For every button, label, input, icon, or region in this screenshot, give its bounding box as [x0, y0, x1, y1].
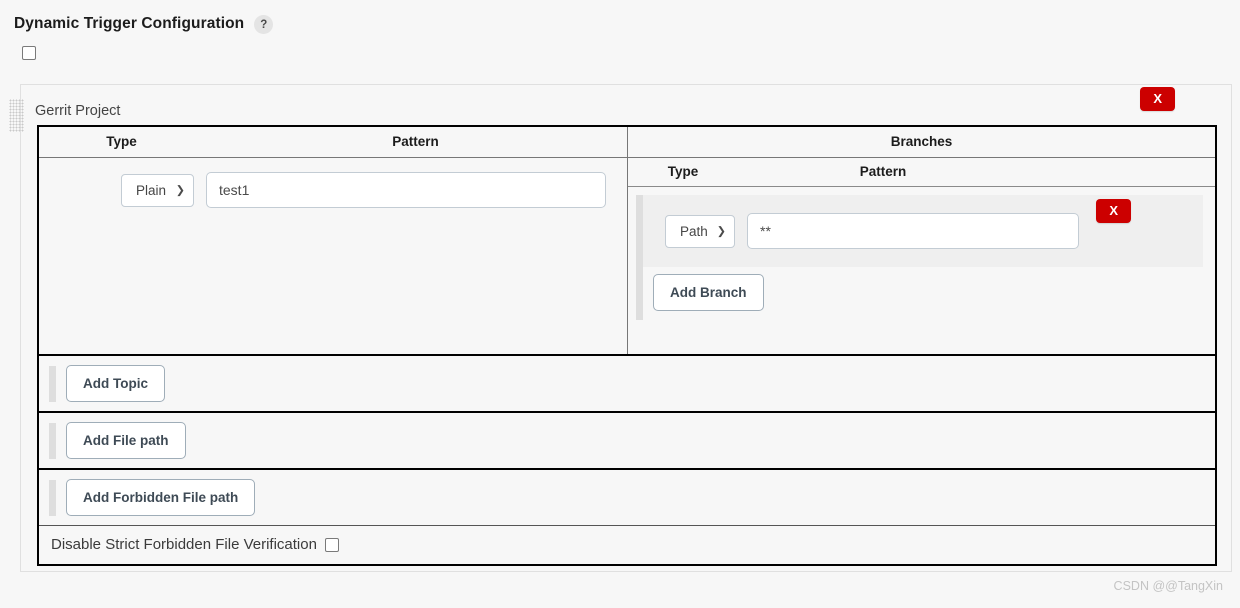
disable-strict-verification-row: Disable Strict Forbidden File Verificati… [39, 525, 1215, 564]
project-table: Type Pattern Branches Plain ❯ test1 Type… [37, 125, 1217, 566]
add-forbidden-file-path-row: Add Forbidden File path [39, 468, 1215, 525]
header-left-group: Type Pattern [39, 127, 627, 157]
column-header-type: Type [106, 134, 137, 149]
branch-pattern-input[interactable] [747, 213, 1079, 249]
project-field-line: Plain ❯ [39, 172, 627, 208]
disable-strict-verification-checkbox[interactable] [324, 537, 339, 552]
branch-column-header-pattern: Pattern [859, 164, 907, 179]
branches-cell: Type Pattern X Path ❯ ** Add Branch [627, 158, 1215, 354]
branch-type-select[interactable]: Path [665, 214, 735, 248]
question-mark-icon[interactable]: ? [254, 15, 274, 34]
project-pattern-input[interactable] [206, 172, 606, 208]
row-handle-bar [49, 479, 56, 516]
row-handle-bar [49, 365, 56, 402]
branch-column-header-type: Type [667, 164, 699, 179]
branch-list: X Path ❯ Add Branch [628, 187, 1215, 320]
top-checkbox-row [0, 38, 1240, 74]
add-topic-button[interactable]: Add Topic [66, 365, 165, 402]
row-handle-bar [49, 422, 56, 459]
add-file-path-button[interactable]: Add File path [66, 422, 186, 459]
branches-subheader-row: Type Pattern [628, 158, 1215, 187]
watermark: CSDN @@TangXin [1113, 579, 1223, 593]
column-header-branches: Branches [890, 134, 953, 149]
project-cell: Plain ❯ [39, 158, 627, 354]
table-body-row: Plain ❯ Type Pattern X [39, 158, 1215, 354]
gerrit-project-panel: X Gerrit Project Type Pattern Branches P… [9, 84, 1232, 593]
drag-dots-icon[interactable] [9, 99, 24, 132]
project-type-select-wrap: Plain ❯ [121, 173, 194, 207]
disable-strict-verification-label: Disable Strict Forbidden File Verificati… [51, 536, 317, 553]
table-header-row: Type Pattern Branches [39, 127, 1215, 158]
header-right-group: Branches [627, 127, 1215, 157]
branch-row: X Path ❯ [636, 195, 1203, 267]
page-title: Dynamic Trigger Configuration [14, 15, 245, 32]
project-type-select[interactable]: Plain [121, 173, 194, 207]
add-topic-row: Add Topic [39, 354, 1215, 411]
add-branch-button[interactable]: Add Branch [653, 274, 764, 311]
remove-branch-button[interactable]: X [1096, 199, 1131, 224]
branch-type-select-wrap: Path ❯ [665, 214, 735, 248]
add-branch-row: Add Branch [636, 267, 1215, 320]
page-header: Dynamic Trigger Configuration ? [0, 0, 1240, 38]
enable-dynamic-trigger-checkbox[interactable] [22, 45, 36, 60]
add-file-path-row: Add File path [39, 411, 1215, 468]
column-header-pattern: Pattern [392, 134, 439, 149]
section-label: Gerrit Project [35, 103, 121, 119]
add-forbidden-file-path-button[interactable]: Add Forbidden File path [66, 479, 256, 516]
remove-project-button[interactable]: X [1140, 87, 1175, 112]
